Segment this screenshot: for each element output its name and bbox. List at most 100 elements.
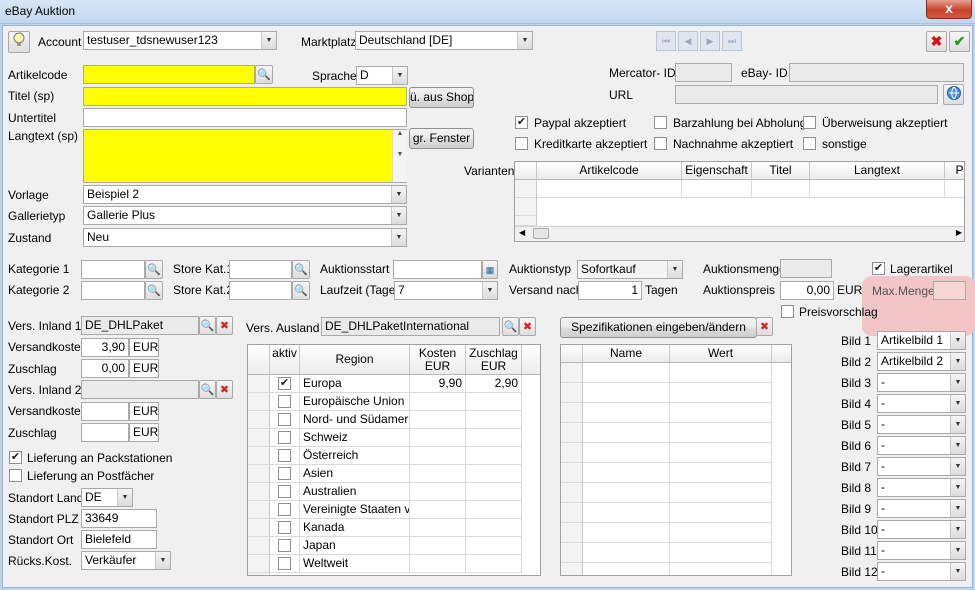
region-checkbox[interactable] [278, 395, 291, 408]
region-checkbox[interactable] [278, 467, 291, 480]
region-aktiv-cell[interactable] [270, 447, 300, 465]
langtext-scrollbar[interactable]: ▲ ▼ [392, 130, 407, 182]
nachnahme-checkbox[interactable] [654, 137, 667, 150]
calendar-icon[interactable]: ▦ [482, 260, 498, 279]
table-cell[interactable] [537, 180, 682, 198]
spezifikationen-button[interactable]: Spezifikationen eingeben/ändern [560, 317, 757, 338]
region-aktiv-cell[interactable] [270, 519, 300, 537]
varianten-grid[interactable]: Artikelcode Eigenschaft Titel Langtext P… [514, 161, 965, 242]
region-zuschlag-cell[interactable] [466, 393, 522, 411]
specs-name-cell[interactable] [583, 503, 670, 523]
search-icon[interactable]: 🔍 [292, 281, 310, 300]
versandkosten1-input[interactable]: 3,90 [81, 338, 129, 357]
region-kosten-cell[interactable] [410, 555, 466, 573]
aus-shop-button[interactable]: ü. aus Shop [409, 87, 474, 108]
region-zuschlag-cell[interactable]: 2,90 [466, 375, 522, 393]
region-checkbox[interactable] [278, 557, 291, 570]
region-aktiv-cell[interactable] [270, 483, 300, 501]
varianten-col-eigenschaft[interactable]: Eigenschaft [682, 162, 752, 180]
specs-wert-cell[interactable] [670, 523, 772, 543]
region-aktiv-cell[interactable] [270, 501, 300, 519]
regions-col-region[interactable]: Region [300, 345, 410, 375]
account-select[interactable]: testuser_tdsnewuser123 ▼ [83, 31, 277, 50]
previous-record-icon[interactable]: ◀ [678, 31, 698, 51]
specs-wert-cell[interactable] [670, 543, 772, 563]
delete-icon[interactable]: ✖ [519, 317, 536, 336]
specs-col-name[interactable]: Name [583, 345, 670, 363]
paypal-checkbox[interactable]: ✔ [515, 116, 528, 129]
specs-name-cell[interactable] [583, 543, 670, 563]
gallerietyp-select[interactable]: Gallerie Plus ▼ [83, 206, 407, 225]
sonstige-checkbox[interactable] [803, 137, 816, 150]
maxmenge-input[interactable] [933, 281, 966, 300]
region-zuschlag-cell[interactable] [466, 501, 522, 519]
regions-col-kosten[interactable]: Kosten EUR [410, 345, 466, 375]
delete-icon[interactable]: ✖ [756, 317, 773, 336]
specs-wert-cell[interactable] [670, 463, 772, 483]
region-kosten-cell[interactable] [410, 447, 466, 465]
region-name-cell[interactable]: Nord- und Südamerika [300, 411, 410, 429]
versandkosten2-input[interactable] [81, 402, 129, 421]
kreditkarte-checkbox[interactable] [515, 137, 528, 150]
standort-land-select[interactable]: DE ▼ [81, 488, 133, 507]
auktionstyp-select[interactable]: Sofortkauf ▼ [577, 260, 683, 279]
region-name-cell[interactable]: Japan [300, 537, 410, 555]
regions-col-aktiv[interactable]: aktiv [270, 345, 300, 375]
confirm-check-icon[interactable]: ✔ [949, 31, 970, 52]
region-kosten-cell[interactable]: 9,90 [410, 375, 466, 393]
bild-select[interactable]: - ▼ [877, 499, 966, 518]
search-icon[interactable]: 🔍 [145, 260, 163, 279]
bild-select[interactable]: Artikelbild 1 ▼ [877, 331, 966, 350]
specs-name-cell[interactable] [583, 463, 670, 483]
table-cell[interactable] [810, 180, 945, 198]
scroll-thumb[interactable] [533, 228, 549, 239]
specs-grid[interactable]: Name Wert [560, 344, 792, 576]
search-icon[interactable]: 🔍 [502, 317, 519, 336]
store-kat1-input[interactable] [229, 260, 292, 279]
last-record-icon[interactable]: ⏭ [722, 31, 742, 51]
specs-name-cell[interactable] [583, 383, 670, 403]
table-cell[interactable] [945, 180, 964, 198]
zuschlag2-input[interactable] [81, 423, 129, 442]
bild-select[interactable]: - ▼ [877, 394, 966, 413]
region-aktiv-cell[interactable] [270, 393, 300, 411]
ueberweisung-checkbox[interactable] [803, 116, 816, 129]
region-kosten-cell[interactable] [410, 519, 466, 537]
region-checkbox[interactable] [278, 485, 291, 498]
region-kosten-cell[interactable] [410, 483, 466, 501]
varianten-col-langtext[interactable]: Langtext [810, 162, 945, 180]
region-checkbox[interactable] [278, 503, 291, 516]
region-checkbox[interactable] [278, 413, 291, 426]
region-aktiv-cell[interactable] [270, 537, 300, 555]
region-name-cell[interactable]: Asien [300, 465, 410, 483]
region-aktiv-cell[interactable]: ✔ [270, 375, 300, 393]
browser-globe-icon[interactable] [943, 84, 964, 105]
bild-select[interactable]: - ▼ [877, 562, 966, 581]
sprache-select[interactable]: D ▼ [356, 66, 408, 85]
region-name-cell[interactable]: Europäische Union [300, 393, 410, 411]
specs-name-cell[interactable] [583, 423, 670, 443]
varianten-hscrollbar[interactable]: ◀ ▶ [515, 226, 964, 241]
next-record-icon[interactable]: ▶ [700, 31, 720, 51]
first-record-icon[interactable]: ⏮ [656, 31, 676, 51]
bild-select[interactable]: - ▼ [877, 415, 966, 434]
region-name-cell[interactable]: Weltweit [300, 555, 410, 573]
specs-name-cell[interactable] [583, 483, 670, 503]
search-icon[interactable]: 🔍 [199, 380, 216, 399]
standort-plz-input[interactable]: 33649 [81, 509, 157, 528]
specs-wert-cell[interactable] [670, 383, 772, 403]
versand-nach-input[interactable]: 1 [578, 281, 642, 300]
region-zuschlag-cell[interactable] [466, 519, 522, 537]
region-checkbox[interactable] [278, 449, 291, 462]
region-zuschlag-cell[interactable] [466, 555, 522, 573]
auktionsstart-input[interactable] [393, 260, 482, 279]
scroll-right-icon[interactable]: ▶ [956, 228, 962, 237]
region-kosten-cell[interactable] [410, 465, 466, 483]
gr-fenster-button[interactable]: gr. Fenster [409, 128, 474, 149]
specs-name-cell[interactable] [583, 403, 670, 423]
specs-wert-cell[interactable] [670, 443, 772, 463]
kategorie2-input[interactable] [81, 281, 145, 300]
zustand-select[interactable]: Neu ▼ [83, 228, 407, 247]
untertitel-input[interactable] [83, 108, 407, 127]
kategorie1-input[interactable] [81, 260, 145, 279]
